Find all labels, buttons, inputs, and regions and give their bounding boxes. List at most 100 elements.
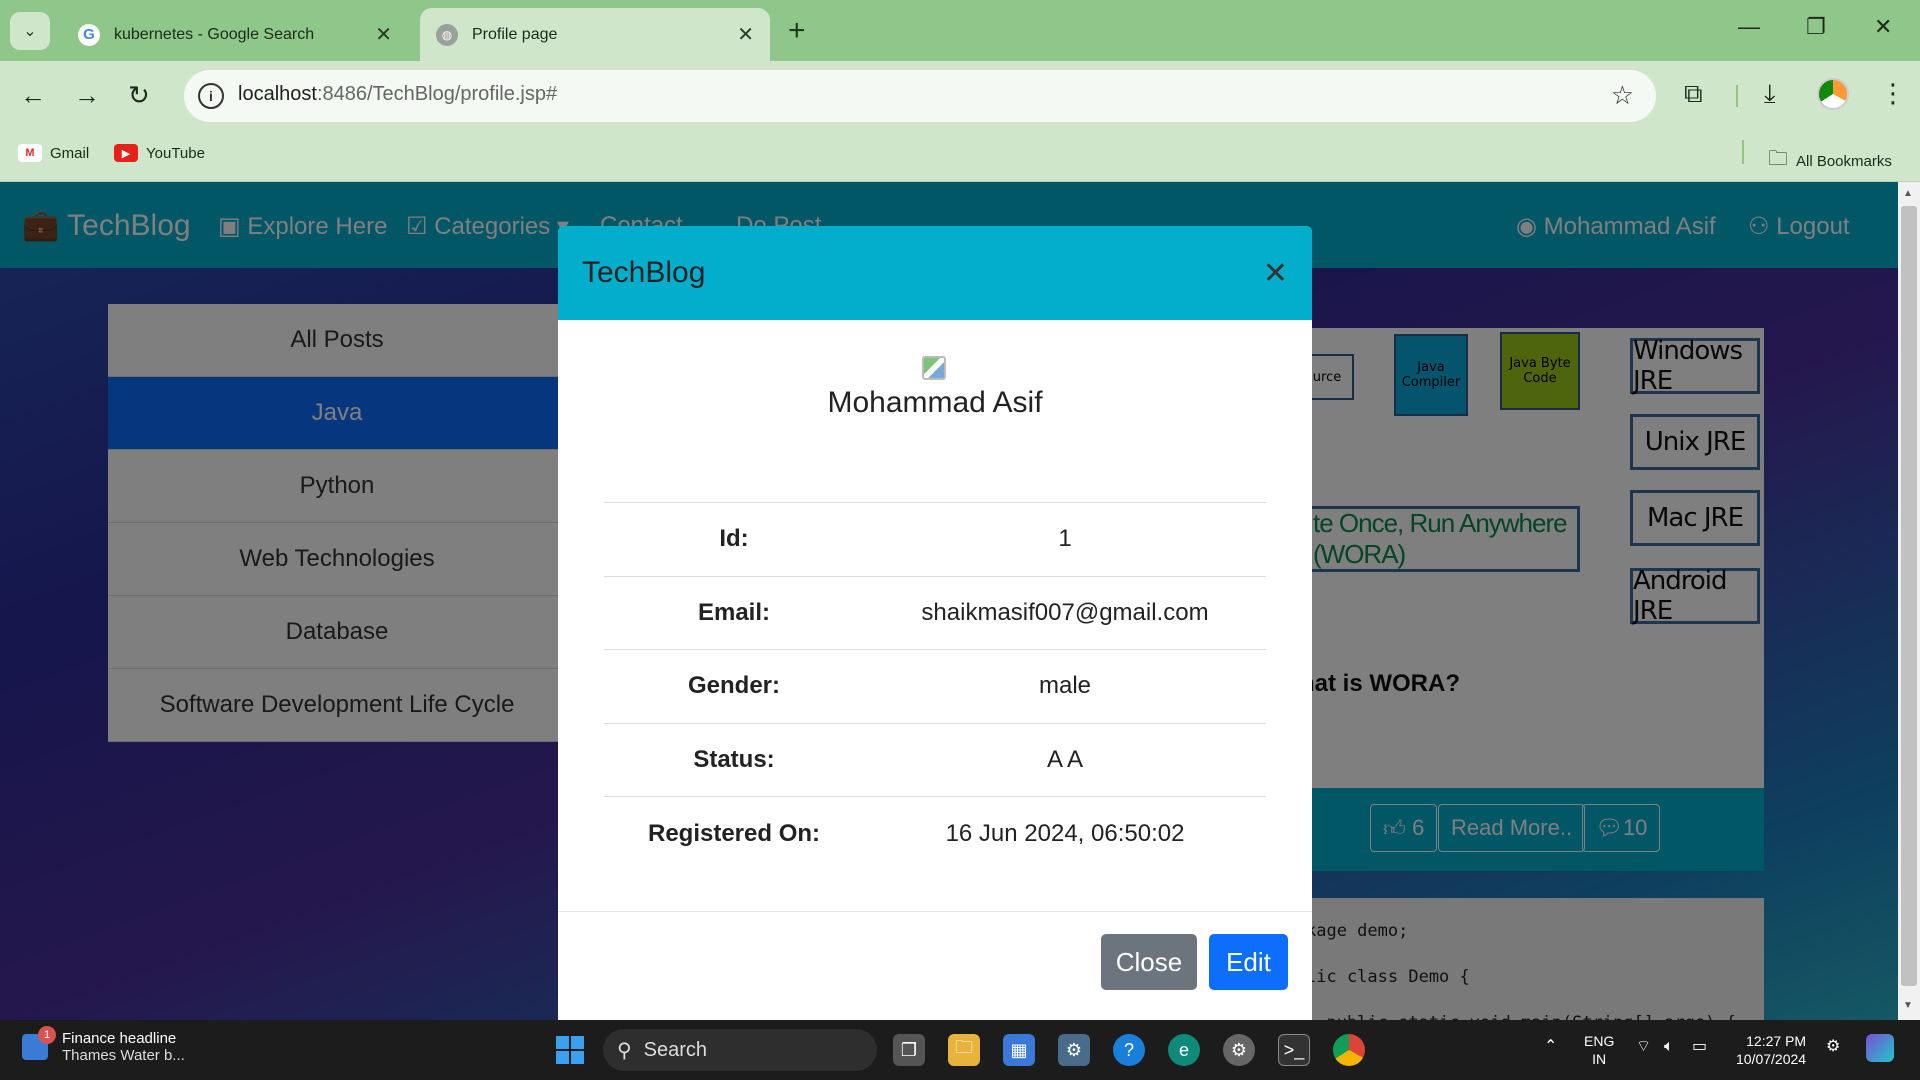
address-bar[interactable]: i localhost:8486/TechBlog/profile.jsp# ☆ bbox=[184, 70, 1656, 122]
table-row: Id: 1 bbox=[604, 502, 1266, 577]
start-button[interactable] bbox=[556, 1036, 584, 1064]
bookmark-label: Gmail bbox=[50, 144, 90, 162]
folder-icon: 🗀 bbox=[1768, 148, 1788, 170]
chrome-icon[interactable] bbox=[1333, 1034, 1365, 1066]
edge-icon[interactable]: e bbox=[1168, 1034, 1200, 1066]
bookmarks-divider bbox=[1742, 140, 1744, 164]
table-row: Email: shaikmasif007@gmail.com bbox=[604, 575, 1266, 650]
close-icon[interactable]: ✕ bbox=[375, 22, 392, 47]
tab-profile-page[interactable]: ◍ Profile page ✕ bbox=[420, 8, 770, 61]
profile-image bbox=[922, 356, 946, 380]
help-icon[interactable]: ? bbox=[1113, 1034, 1145, 1066]
bookmarks-bar: M Gmail ▶ YouTube 🗀 All Bookmarks bbox=[0, 130, 1920, 182]
file-explorer-icon[interactable]: 🗀 bbox=[948, 1034, 980, 1066]
language-indicator[interactable]: ENG IN bbox=[1584, 1032, 1614, 1068]
tab-strip: ⌄ G kubernetes - Google Search ✕ ◍ Profi… bbox=[0, 0, 1920, 61]
region-code: IN bbox=[1592, 1051, 1607, 1067]
url-path: :8486/TechBlog/profile.jsp# bbox=[316, 83, 558, 105]
bookmark-label: YouTube bbox=[146, 144, 205, 162]
more-menu-icon[interactable]: ⋮ bbox=[1880, 78, 1906, 109]
extensions-icon[interactable]: ⧉ bbox=[1684, 78, 1703, 110]
tab-title: kubernetes - Google Search bbox=[114, 25, 315, 43]
download-icon[interactable]: ⤓ bbox=[1764, 78, 1776, 110]
all-bookmarks-label: All Bookmarks bbox=[1796, 152, 1892, 170]
news-title: Finance headline bbox=[62, 1030, 177, 1047]
chevron-up-icon[interactable]: ⌃ bbox=[1544, 1038, 1557, 1056]
url-text[interactable]: localhost:8486/TechBlog/profile.jsp# bbox=[238, 83, 557, 106]
clock-time: 12:27 PM bbox=[1746, 1033, 1807, 1049]
modal-body: Mohammad Asif Id: 1 Email: shaikmasif007@g… bbox=[558, 320, 1312, 912]
reload-button[interactable]: ↻ bbox=[128, 77, 150, 113]
detail-key: Email: bbox=[604, 575, 864, 650]
site-info-icon[interactable]: i bbox=[198, 83, 224, 109]
task-view-icon[interactable]: ❐ bbox=[893, 1034, 925, 1066]
window-close-button[interactable]: ✕ bbox=[1874, 14, 1892, 40]
bookmark-star-icon[interactable]: ☆ bbox=[1611, 80, 1634, 111]
volume-icon[interactable]: 🔈︎ bbox=[1664, 1038, 1674, 1056]
news-widget-icon: 1 bbox=[22, 1026, 56, 1060]
taskbar-search-label: Search bbox=[643, 1038, 708, 1061]
modal-footer: Close Edit bbox=[558, 912, 1312, 1020]
scrollbar-thumb[interactable] bbox=[1901, 206, 1917, 986]
close-button[interactable]: Close bbox=[1101, 934, 1197, 990]
tab-title: Profile page bbox=[472, 25, 558, 43]
minimize-button[interactable]: — bbox=[1738, 14, 1760, 40]
table-row: Registered On: 16 Jun 2024, 06:50:02 bbox=[604, 796, 1266, 871]
taskbar-search[interactable]: ⚲ Search bbox=[603, 1029, 877, 1071]
close-icon[interactable]: ✕ bbox=[737, 22, 754, 47]
detail-key: Gender: bbox=[604, 649, 864, 724]
forward-button[interactable]: → bbox=[74, 77, 100, 113]
language-code: ENG bbox=[1584, 1033, 1615, 1049]
bookmark-youtube[interactable]: ▶ YouTube bbox=[114, 144, 205, 162]
news-subtitle: Thames Water b... bbox=[62, 1047, 185, 1064]
browser-toolbar: ← → ↻ i localhost:8486/TechBlog/profile.… bbox=[0, 61, 1920, 130]
copilot-icon[interactable] bbox=[1866, 1034, 1894, 1062]
battery-icon[interactable]: ▭ bbox=[1692, 1038, 1707, 1056]
detail-value: male bbox=[864, 649, 1266, 724]
back-button[interactable]: ← bbox=[20, 77, 46, 113]
new-tab-button[interactable]: + bbox=[788, 14, 806, 48]
modal-header: TechBlog ✕ bbox=[558, 226, 1312, 320]
terminal-icon[interactable]: >_ bbox=[1278, 1034, 1310, 1066]
scroll-down-icon[interactable]: ▼ bbox=[1903, 1000, 1913, 1011]
toolbar-divider bbox=[1736, 85, 1738, 107]
profile-name: Mohammad Asif bbox=[827, 386, 1043, 419]
modal-title: TechBlog bbox=[582, 256, 706, 289]
store-icon[interactable]: ▦ bbox=[1003, 1034, 1035, 1066]
detail-value: A A bbox=[864, 722, 1266, 797]
tab-search-button[interactable]: ⌄ bbox=[10, 12, 50, 50]
notifications-gear-icon[interactable]: ⚙ bbox=[1826, 1038, 1840, 1056]
news-widget[interactable]: 1 Finance headline Thames Water b... bbox=[22, 1026, 185, 1064]
profile-avatar[interactable] bbox=[1817, 78, 1849, 110]
clock[interactable]: 12:27 PM 10/07/2024 bbox=[1736, 1032, 1806, 1068]
globe-icon: ◍ bbox=[436, 23, 458, 46]
notification-badge: 1 bbox=[38, 1026, 56, 1044]
settings-icon[interactable]: ⚙ bbox=[1058, 1034, 1090, 1066]
bookmark-gmail[interactable]: M Gmail bbox=[18, 144, 89, 162]
table-row: Gender: male bbox=[604, 649, 1266, 724]
search-icon: ⚲ bbox=[617, 1039, 632, 1062]
wifi-icon[interactable]: ⌔ bbox=[1636, 1038, 1651, 1056]
chevron-down-icon: ⌄ bbox=[23, 23, 37, 40]
detail-key: Status: bbox=[604, 722, 864, 797]
google-icon: G bbox=[78, 23, 100, 46]
detail-key: Registered On: bbox=[604, 796, 864, 871]
table-row: Status: A A bbox=[604, 722, 1266, 797]
gmail-icon: M bbox=[18, 144, 42, 162]
clock-date: 10/07/2024 bbox=[1736, 1051, 1807, 1067]
windows-taskbar: 1 Finance headline Thames Water b... ⚲ Se… bbox=[0, 1020, 1920, 1080]
profile-details-table: Id: 1 Email: shaikmasif007@gmail.com Gende… bbox=[604, 502, 1266, 871]
page-scrollbar[interactable]: ▲ ▼ bbox=[1898, 182, 1920, 1020]
detail-value: shaikmasif007@gmail.com bbox=[864, 575, 1266, 650]
tab-kubernetes-search[interactable]: G kubernetes - Google Search ✕ bbox=[62, 8, 408, 61]
scroll-up-icon[interactable]: ▲ bbox=[1903, 188, 1913, 199]
gear-app-icon[interactable]: ⚙ bbox=[1223, 1034, 1255, 1066]
modal-close-icon[interactable]: ✕ bbox=[1263, 256, 1288, 291]
detail-key: Id: bbox=[604, 502, 864, 577]
all-bookmarks[interactable]: 🗀 All Bookmarks bbox=[1768, 144, 1892, 178]
edit-button[interactable]: Edit bbox=[1209, 934, 1288, 990]
detail-value: 1 bbox=[864, 502, 1266, 577]
url-host: localhost bbox=[238, 83, 317, 105]
restore-button[interactable]: ❐ bbox=[1806, 14, 1826, 40]
youtube-icon: ▶ bbox=[114, 144, 138, 162]
